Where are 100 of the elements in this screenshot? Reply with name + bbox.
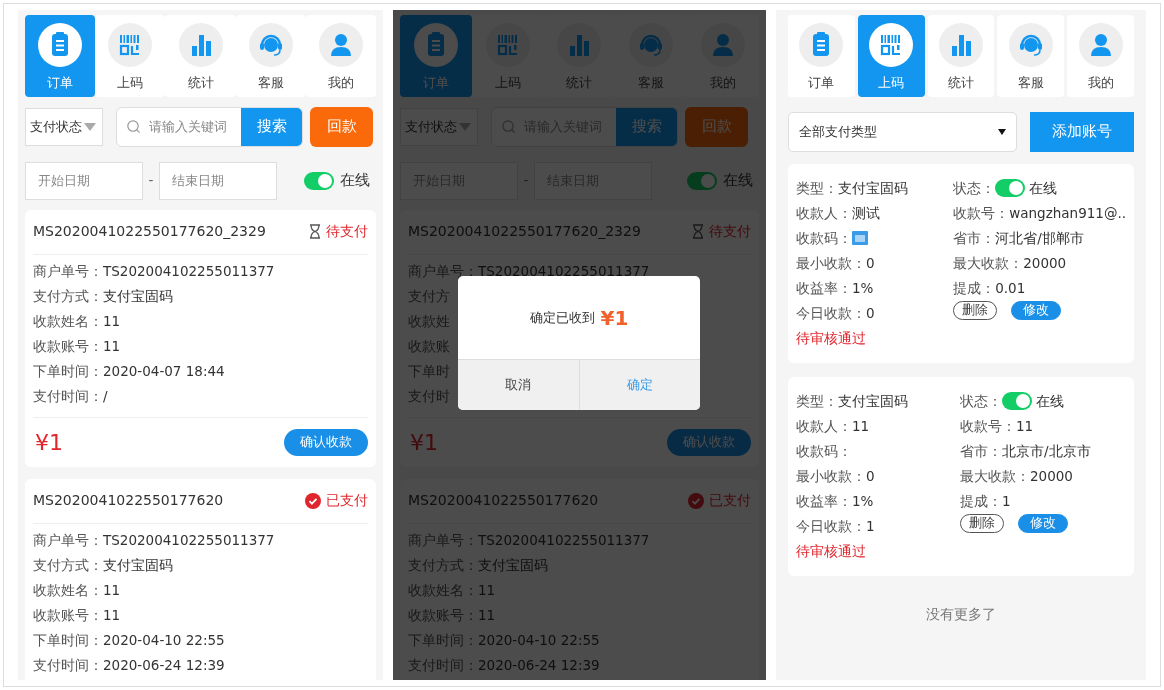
field-value: 11 [852,416,870,436]
person-icon [1078,23,1123,67]
nav-tab[interactable]: 客服 [997,15,1065,97]
toggle-switch[interactable] [304,171,334,190]
field-value: / [103,386,108,406]
payment-type-select[interactable]: 全部支付类型 [788,111,1017,152]
person-icon [318,23,363,67]
field-value: 0.01 [995,278,1026,298]
field-value: 北京市/北京市 [1002,441,1091,461]
headset-icon [1008,23,1053,67]
status-select[interactable]: 支付状态 [25,107,103,146]
field-label: 支付方式： [33,286,103,306]
order-status: 待支付 [709,222,751,241]
bar-chart-icon [939,23,983,67]
field-value: 11 [103,580,121,600]
delete-button[interactable]: 删除 [960,513,1004,533]
field-label: 类型： [796,178,838,198]
field-label: 收款账号： [33,336,103,356]
select-label: 支付状态 [30,117,82,136]
field-value: 支付宝固码 [103,286,173,306]
start-date-field[interactable]: 开始日期 [25,161,143,200]
field-label: 类型： [796,391,838,411]
delete-button[interactable]: 删除 [953,300,998,320]
field-label: 收款号： [960,416,1016,436]
field-value: 测试 [852,203,880,223]
edit-button[interactable]: 修改 [1011,300,1062,320]
field-label: 状态： [960,391,1002,411]
order-number: MS2020041022550177620_2329 [33,222,266,241]
barcode-icon [108,23,153,67]
field-value: 2020-04-10 22:55 [478,630,600,650]
field-value: TS202004102255011377 [103,261,275,281]
dialog-message: 确定已收到 [529,308,595,327]
field-value: 0 [866,253,875,273]
field-label: 收款号： [953,203,1010,223]
order-number: MS2020041022550177620_2329 [408,222,641,241]
field-value: 2020-04-10 22:55 [103,630,225,650]
date-separator: - [522,171,530,191]
field-label: 下单时间： [33,630,103,650]
field-value: 11 [103,605,121,625]
nav-tab[interactable]: 上码 [95,15,166,97]
edit-button[interactable]: 修改 [1018,513,1068,533]
field-label: 收款姓名： [33,311,103,331]
field-label: 商户单号： [33,530,103,550]
date-separator: - [147,171,155,191]
field-value: 2020-04-07 18:44 [103,361,225,381]
dialog-amount: ¥1 [600,304,629,332]
field-label: 收益率： [796,491,852,511]
order-status: 待支付 [326,222,368,241]
field-value: 20000 [1030,466,1073,486]
field-label: 支付方式： [33,555,103,575]
nav-tab[interactable]: 订单 [25,15,96,97]
field-value: 11 [1016,416,1034,436]
confirm-button[interactable]: 确定 [578,360,700,410]
confirm-receipt-button[interactable]: 确认收款 [284,428,368,456]
nav-tab[interactable]: 统计 [927,15,995,97]
nav-tab[interactable]: 统计 [165,15,236,97]
cancel-button[interactable]: 取消 [458,360,579,410]
field-value: 2020-06-24 12:39 [103,655,225,675]
end-date-field[interactable]: 结束日期 [159,161,277,200]
toggle-switch[interactable] [995,179,1026,197]
field-value: 支付宝固码 [478,555,548,575]
field-value: 0 [866,303,875,323]
field-label: 支付时间： [33,386,103,406]
add-account-button[interactable]: 添加账号 [1030,111,1134,152]
field-label: 收款码： [796,441,852,461]
order-number: MS2020041022550177620 [408,491,599,510]
select-label: 全部支付类型 [799,122,877,141]
toggle-label: 在线 [340,170,370,192]
field-label: 省市： [953,228,996,248]
field-value: 1 [1002,491,1011,511]
refund-button[interactable]: 回款 [310,106,373,147]
nav-tab[interactable]: 上码 [857,15,925,97]
qr-code-thumbnail-icon [852,231,868,245]
nav-tab[interactable]: 订单 [788,15,855,97]
toggle-label: 在线 [723,170,753,192]
end-of-list-note: 没有更多了 [925,604,997,624]
field-value: TS202004102255011377 [478,530,650,550]
headset-icon [248,23,293,67]
order-status: 已支付 [326,491,368,510]
toggle-label: 在线 [1029,178,1058,198]
order-number: MS2020041022550177620 [33,491,224,510]
nav-tab[interactable]: 我的 [305,15,376,97]
clipboard-icon [38,23,83,67]
field-value: 支付宝固码 [838,178,908,198]
search-button[interactable]: 搜索 [241,107,302,146]
field-value: 20000 [1023,253,1067,273]
field-value: TS202004102255011377 [103,530,275,550]
field-label: 提成： [960,491,1002,511]
nav-tab[interactable]: 我的 [1067,15,1134,97]
field-value: 2020-06-24 12:39 [478,655,600,675]
field-label: 最小收款： [796,466,866,486]
field-value: 1 [866,516,875,536]
search-field[interactable]: 请输入关键词 搜索 [116,106,303,147]
barcode-icon [869,23,914,67]
field-label: 最大收款： [960,466,1030,486]
review-status: 待审核通过 [796,328,867,348]
nav-tab[interactable]: 客服 [235,15,306,97]
toggle-switch[interactable] [1002,392,1032,410]
field-value: 支付宝固码 [838,391,908,411]
field-value: TS202004102255011377 [478,261,650,281]
